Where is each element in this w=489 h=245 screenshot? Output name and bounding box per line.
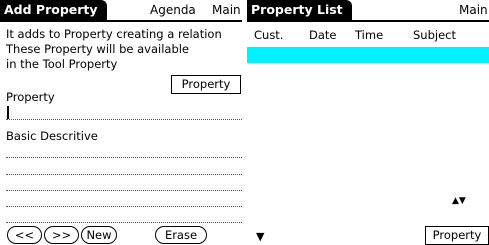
scroll-arrows-icon[interactable]: ▲▼ (452, 196, 466, 207)
intro-text-line-1: It adds to Property creating a relation (6, 27, 222, 41)
property-list-title-bar: Property List Main (247, 0, 489, 22)
list-menu-main[interactable]: Main (459, 0, 488, 20)
description-line-2[interactable] (6, 174, 242, 175)
description-line-5[interactable] (6, 222, 242, 223)
erase-button[interactable]: Erase (155, 226, 207, 244)
column-header-time[interactable]: Time (355, 28, 383, 42)
description-line-4[interactable] (6, 206, 242, 207)
next-button[interactable]: >> (44, 226, 79, 244)
intro-text-line-3: in the Tool Property (6, 57, 118, 71)
description-label: Basic Descritive (6, 129, 98, 143)
menu-agenda[interactable]: Agenda (150, 0, 196, 20)
cursor-icon (7, 106, 9, 119)
selected-list-row[interactable] (247, 47, 489, 63)
property-list-screen: Property List Main Cust. Date Time Subje… (247, 0, 489, 245)
column-header-cust[interactable]: Cust. (254, 28, 283, 42)
menu-main[interactable]: Main (212, 0, 241, 20)
description-line-3[interactable] (6, 190, 242, 191)
column-header-subject[interactable]: Subject (413, 28, 456, 42)
previous-button[interactable]: << (7, 226, 42, 244)
add-property-title-bar: Add Property Agenda Main (0, 0, 242, 22)
property-list-title[interactable]: Property List (247, 0, 352, 20)
add-property-screen: Add Property Agenda Main It adds to Prop… (0, 0, 242, 245)
property-input-line[interactable] (6, 119, 242, 120)
dropdown-arrow-icon[interactable]: ▼ (256, 231, 264, 242)
column-header-date[interactable]: Date (309, 28, 337, 42)
property-selector-button[interactable]: Property (171, 75, 241, 94)
description-line-1[interactable] (6, 157, 242, 158)
property-label: Property (6, 90, 55, 104)
add-property-title[interactable]: Add Property (0, 0, 107, 20)
intro-text-line-2: These Property will be available (6, 42, 190, 56)
list-property-button[interactable]: Property (425, 226, 489, 245)
new-button[interactable]: New (81, 226, 117, 244)
